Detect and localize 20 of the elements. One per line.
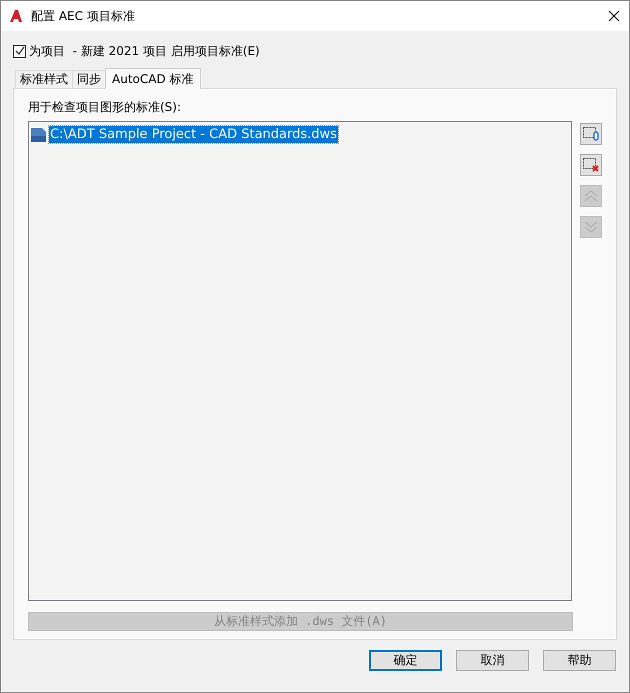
list-label: 用于检查项目图形的标准(S): (28, 99, 182, 116)
remove-button[interactable] (580, 154, 602, 176)
list-item[interactable]: C:\ADT Sample Project - CAD Standards.dws (49, 126, 338, 143)
chevron-down-icon (584, 221, 598, 233)
checkbox-label: 为项目 - 新建 2021 项目 启用项目标准(E) (29, 42, 260, 60)
app-logo-icon (9, 9, 23, 23)
tab[interactable]: AutoCAD 标准 (105, 68, 201, 89)
tab[interactable]: 同步 (72, 70, 106, 88)
add-file-icon (583, 127, 599, 141)
add-button[interactable] (580, 123, 602, 145)
chevron-up-icon (584, 190, 598, 202)
tab[interactable]: 标准样式 (15, 70, 73, 88)
close-icon[interactable] (607, 9, 621, 23)
checkbox[interactable] (13, 44, 26, 58)
dws-file-icon (30, 126, 48, 142)
remove-icon (583, 158, 599, 172)
dialog-button[interactable]: 取消 (456, 650, 529, 671)
dialog-button[interactable]: 确定 (369, 650, 442, 671)
window-title: 配置 AEC 项目标准 (31, 8, 136, 24)
dialog-button[interactable]: 帮助 (543, 650, 616, 671)
